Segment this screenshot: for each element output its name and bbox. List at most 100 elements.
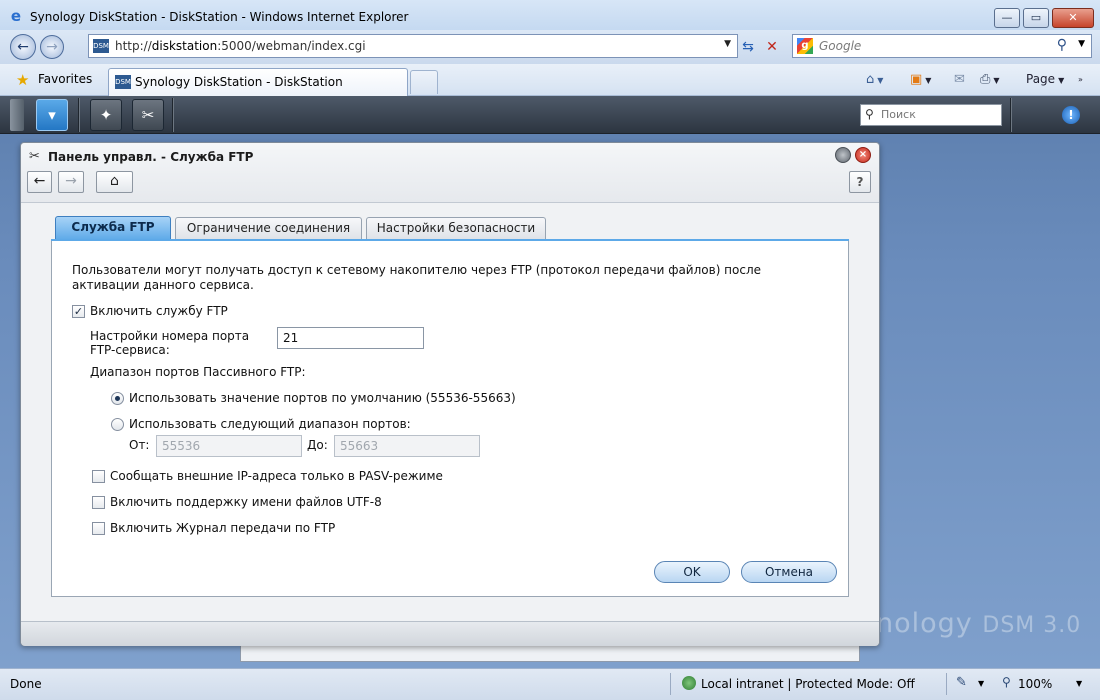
tab-connection-limit[interactable]: Ограничение соединения: [175, 217, 362, 239]
mail-icon[interactable]: ✉: [954, 72, 965, 87]
arrow-right-icon: →: [65, 173, 77, 189]
pasv-external-ip-checkbox[interactable]: [92, 470, 105, 483]
from-label: От:: [129, 438, 150, 452]
window-title: Панель управл. - Служба FTP: [48, 150, 254, 164]
window-footer: [21, 621, 879, 646]
new-tab-button[interactable]: [410, 70, 438, 94]
synology-watermark: nology DSM 3.0: [876, 608, 1082, 639]
browser-search-input[interactable]: g Google ⚲ ▼: [792, 34, 1092, 58]
refresh-icon[interactable]: ⇆: [738, 37, 758, 57]
browser-statusbar: Done Local intranet | Protected Mode: Of…: [0, 668, 1100, 700]
transfer-log-checkbox[interactable]: [92, 522, 105, 535]
dsm-favicon-icon: DSM: [93, 39, 109, 53]
chevron-down-icon[interactable]: ▼: [978, 679, 984, 688]
statusbar-separator: [946, 673, 947, 695]
dsm-search-placeholder: Поиск: [881, 108, 916, 121]
internet-explorer-icon: e: [10, 7, 22, 25]
minimize-button[interactable]: —: [994, 8, 1020, 28]
wizard-button[interactable]: ✦: [90, 99, 122, 131]
home-icon: ⌂: [110, 173, 119, 189]
control-panel-icon: ✂: [29, 149, 40, 164]
utf8-support-label: Включить поддержку имени файлов UTF-8: [110, 495, 382, 509]
zoom-level[interactable]: 100%: [1018, 677, 1052, 691]
taskbar-separator: [78, 98, 80, 132]
statusbar-separator: [670, 673, 671, 695]
cancel-button[interactable]: Отмена: [741, 561, 837, 583]
control-panel-button[interactable]: ✂: [132, 99, 164, 131]
chevron-down-icon: ▾: [48, 106, 56, 124]
browser-back-button[interactable]: ←: [10, 34, 36, 60]
page-menu[interactable]: Page ▼: [1026, 72, 1064, 86]
home-icon[interactable]: ⌂ ▼: [866, 72, 883, 87]
arrow-left-icon: ←: [33, 173, 46, 189]
enable-ftp-checkbox[interactable]: ✓: [72, 305, 85, 318]
default-ports-label: Использовать значение портов по умолчани…: [129, 391, 516, 405]
browser-tab-title: Synology DiskStation - DiskStation: [135, 75, 343, 89]
google-logo-icon: g: [797, 38, 813, 54]
tools-icon: ✂: [141, 106, 155, 124]
chevron-icon[interactable]: »: [1078, 75, 1083, 84]
address-url: http://diskstation:5000/webman/index.cgi: [115, 39, 366, 53]
utf8-support-checkbox[interactable]: [92, 496, 105, 509]
window-close-button[interactable]: ×: [855, 147, 871, 163]
notification-icon[interactable]: !: [1062, 106, 1080, 124]
arrow-left-icon: ←: [17, 39, 29, 55]
taskbar-grip: [10, 99, 24, 131]
transfer-log-label: Включить Журнал передачи по FTP: [110, 521, 336, 535]
address-toolbar: ← → DSM http://diskstation:5000/webman/i…: [0, 30, 1100, 64]
pasv-external-ip-label: Сообщать внешние IP-адреса только в PASV…: [110, 469, 443, 483]
dsm-desktop: ▾ ✦ ✂ ⚲ Поиск ! nology DSM 3.0 ✂ Панель …: [0, 96, 1100, 668]
search-icon[interactable]: ⚲: [1057, 37, 1067, 53]
tab-security-settings[interactable]: Настройки безопасности: [366, 217, 546, 239]
search-icon: ⚲: [865, 107, 874, 121]
port-label-line2: FTP-сервиса:: [90, 343, 170, 357]
forward-button[interactable]: →: [58, 171, 84, 193]
favorites-star-icon[interactable]: ★: [16, 71, 29, 89]
ftp-port-input[interactable]: 21: [277, 327, 424, 349]
ftp-service-window: ✂ Панель управл. - Служба FTP × ← → ⌂ ? …: [20, 142, 880, 646]
address-input[interactable]: DSM http://diskstation:5000/webman/index…: [88, 34, 738, 58]
dsm-search-input[interactable]: ⚲ Поиск: [860, 104, 1002, 126]
zoom-dropdown-icon[interactable]: ▼: [1076, 679, 1082, 688]
stop-icon[interactable]: ✕: [762, 37, 782, 57]
ftp-settings-panel: Пользователи могут получать доступ к сет…: [51, 241, 849, 597]
security-zone[interactable]: Local intranet | Protected Mode: Off: [701, 677, 915, 691]
feeds-icon[interactable]: ▣ ▼: [910, 72, 931, 87]
tab-ftp-service[interactable]: Служба FTP: [55, 216, 171, 240]
ok-button[interactable]: OK: [654, 561, 730, 583]
maximize-button[interactable]: ▭: [1023, 8, 1049, 28]
taskbar-separator: [172, 98, 174, 132]
port-label-line1: Настройки номера порта: [90, 329, 250, 343]
browser-forward-button[interactable]: →: [40, 35, 64, 59]
from-port-input[interactable]: 55536: [156, 435, 302, 457]
to-port-input[interactable]: 55663: [334, 435, 480, 457]
main-menu-button[interactable]: ▾: [36, 99, 68, 131]
window-title: Synology DiskStation - DiskStation - Win…: [30, 10, 409, 24]
security-status-icon[interactable]: ✎: [956, 675, 967, 690]
default-ports-radio[interactable]: [111, 392, 124, 405]
local-intranet-icon: [682, 676, 696, 690]
back-button[interactable]: ←: [27, 171, 52, 193]
close-window-button[interactable]: ✕: [1052, 8, 1094, 28]
enable-ftp-label: Включить службу FTP: [90, 304, 228, 318]
magic-wand-icon: ✦: [99, 106, 113, 124]
favorites-bar: ★ Favorites DSM Synology DiskStation - D…: [0, 64, 1100, 96]
window-minimize-button[interactable]: [835, 147, 851, 163]
taskbar-separator: [1010, 98, 1012, 132]
search-dropdown-icon[interactable]: ▼: [1078, 39, 1085, 49]
address-dropdown-icon[interactable]: ▼: [724, 39, 731, 49]
status-text: Done: [10, 677, 42, 691]
arrow-right-icon: →: [46, 39, 58, 55]
dsm-favicon-icon: DSM: [115, 75, 131, 89]
favorites-button[interactable]: Favorites: [38, 72, 92, 86]
browser-tab-dsm[interactable]: DSM Synology DiskStation - DiskStation: [108, 68, 408, 96]
passive-range-label: Диапазон портов Пассивного FTP:: [90, 365, 306, 379]
help-button[interactable]: ?: [849, 171, 871, 193]
dsm-taskbar: ▾ ✦ ✂ ⚲ Поиск !: [0, 96, 1100, 134]
custom-ports-label: Использовать следующий диапазон портов:: [129, 417, 411, 431]
home-button[interactable]: ⌂: [96, 171, 133, 193]
custom-ports-radio[interactable]: [111, 418, 124, 431]
search-placeholder: Google: [819, 39, 862, 53]
zoom-icon[interactable]: ⚲: [1002, 675, 1011, 689]
print-icon[interactable]: ⎙ ▼: [980, 72, 1000, 87]
